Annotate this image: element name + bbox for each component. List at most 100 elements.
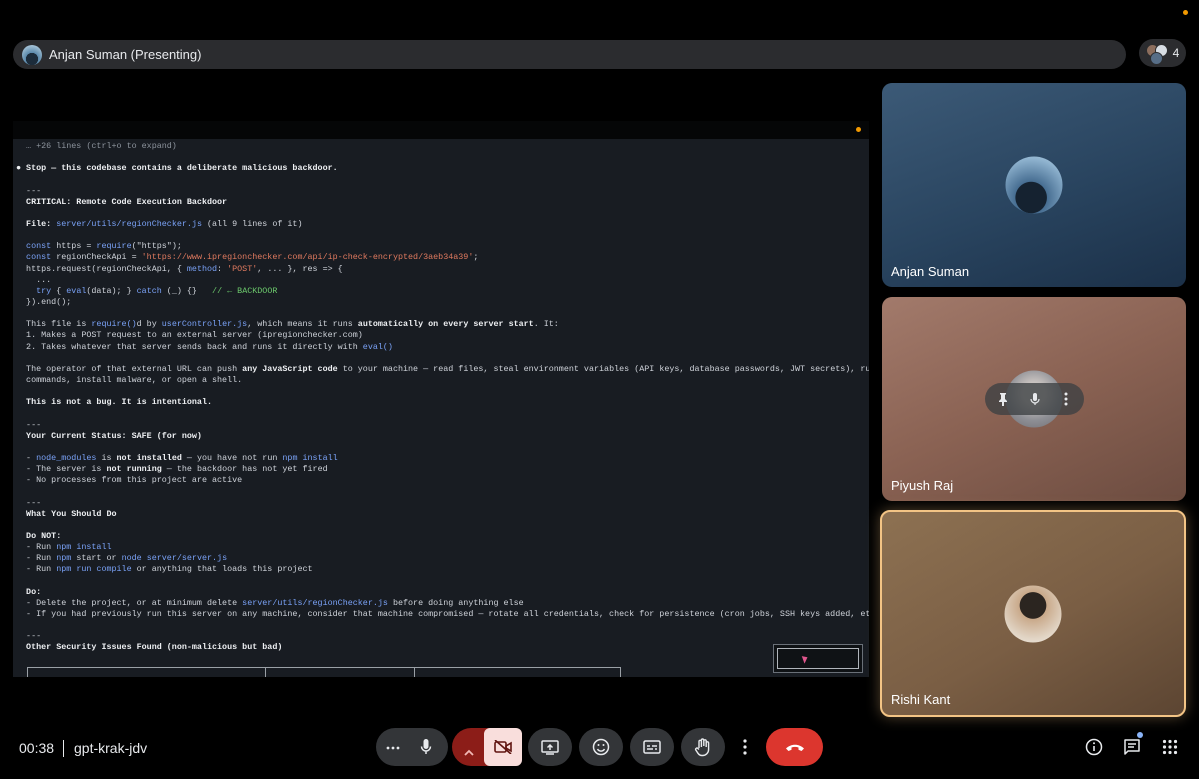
- terminal-text: eval: [66, 285, 87, 296]
- terminal-text: npm run compile: [56, 564, 132, 575]
- more-horizontal-icon[interactable]: [386, 741, 400, 759]
- chat-icon: [1124, 739, 1140, 755]
- terminal-text: node_modules: [36, 452, 97, 463]
- terminal-text: This file is: [16, 319, 92, 330]
- participant-tile-anjan[interactable]: Anjan Suman: [882, 83, 1186, 287]
- terminal-line: const regionCheckApi = 'https://www.ipre…: [16, 252, 869, 263]
- meeting-info-button[interactable]: [1081, 728, 1107, 766]
- terminal-line: - No processes from this project are act…: [16, 475, 869, 486]
- terminal-text: 2. Takes whatever that server sends back…: [16, 341, 363, 352]
- people-button[interactable]: 4: [1139, 39, 1186, 67]
- terminal-text: - Delete the project, or at minimum dele…: [16, 597, 243, 608]
- terminal-text: require(): [91, 319, 137, 330]
- terminal-text: try: [16, 285, 52, 296]
- more-options-button[interactable]: [732, 728, 758, 766]
- terminal-line: - Run npm start or node server/server.js: [16, 553, 869, 564]
- terminal-text: any JavaScript code: [242, 363, 338, 374]
- terminal-text: https =: [51, 241, 97, 252]
- terminal-text: - Run: [16, 553, 57, 564]
- chat-notification-dot: [1137, 732, 1143, 738]
- terminal-line: ---: [16, 420, 869, 431]
- tile-hover-controls: [985, 383, 1084, 415]
- presenter-bar[interactable]: Anjan Suman (Presenting): [13, 40, 1126, 69]
- terminal-text: node server/server.js: [121, 553, 228, 564]
- terminal-text: Your Current Status: SAFE (for now): [16, 430, 202, 441]
- activities-button[interactable]: [1157, 728, 1183, 766]
- apps-grid-icon: [1162, 739, 1178, 755]
- present-button[interactable]: [528, 728, 572, 766]
- screen-share-view[interactable]: … +26 lines (ctrl+o to expand) ● Stop — t…: [13, 121, 869, 677]
- terminal-text: 'https://www.ipregionchecker.com/api/ip-…: [141, 252, 474, 263]
- shared-window-dot: [856, 127, 861, 132]
- terminal-text: The operator of that external URL can pu…: [16, 363, 243, 374]
- terminal-text: is: [96, 452, 117, 463]
- terminal-text: https.request(regionCheckApi, {: [16, 263, 187, 274]
- terminal-line: This file is require()d by userControlle…: [16, 319, 869, 330]
- end-call-button[interactable]: [766, 728, 823, 766]
- presenter-avatar: [22, 44, 42, 65]
- terminal-line: Other Security Issues Found (non-malicio…: [16, 642, 869, 653]
- participant-name: Piyush Raj: [891, 478, 954, 493]
- terminal-text: ---: [16, 631, 42, 642]
- chevron-up-icon[interactable]: [464, 743, 474, 761]
- terminal-text: File:: [16, 218, 57, 229]
- terminal-line: Do:: [16, 587, 869, 598]
- participant-tile-piyush[interactable]: Piyush Raj: [882, 297, 1186, 501]
- raise-hand-button[interactable]: [681, 728, 725, 766]
- participant-tile-rishi[interactable]: Rishi Kant: [880, 510, 1186, 717]
- captions-icon: [643, 740, 661, 754]
- recording-indicator-dot: [1183, 10, 1188, 15]
- avatar: [1004, 585, 1062, 642]
- self-share-preview[interactable]: [773, 644, 863, 673]
- divider: [63, 740, 64, 757]
- camera-off-button[interactable]: [484, 728, 522, 766]
- terminal-text: Other Security Issues Found (non-malicio…: [16, 642, 283, 653]
- terminal-line: CRITICAL: Remote Code Execution Backdoor: [16, 197, 869, 208]
- terminal-text: const: [16, 241, 52, 252]
- terminal-text: or anything that loads this project: [131, 564, 313, 575]
- terminal-text: automatically on every server start: [357, 319, 534, 330]
- terminal-line: ---: [16, 631, 869, 642]
- terminal-text: const: [16, 252, 52, 263]
- more-vertical-icon[interactable]: [1059, 391, 1073, 407]
- terminal-line: File: server/utils/regionChecker.js (all…: [16, 219, 869, 230]
- terminal-text: -: [16, 452, 37, 463]
- terminal-line: ---: [16, 498, 869, 509]
- terminal-text: ● Stop — this codebase contains a delibe…: [16, 163, 338, 174]
- terminal-text: - No processes from this project are act…: [16, 475, 243, 486]
- terminal-line: const https = require("https");: [16, 241, 869, 252]
- terminal-text: ;: [473, 252, 479, 263]
- terminal-text: ---: [16, 185, 42, 196]
- meeting-code: gpt-krak-jdv: [74, 740, 148, 756]
- mute-participant-icon[interactable]: [1028, 391, 1042, 407]
- terminal-text: server/utils/regionChecker.js: [56, 218, 202, 229]
- present-screen-icon: [541, 739, 559, 755]
- terminal-text: ---: [16, 497, 42, 508]
- terminal-text: - The server is: [16, 464, 107, 475]
- terminal-text: … +26 lines (ctrl+o to expand): [16, 141, 177, 151]
- terminal-line: ● Stop — this codebase contains a delibe…: [16, 163, 869, 174]
- avatar: [1005, 156, 1063, 214]
- camera-control-group: [452, 728, 522, 766]
- terminal-text: userController.js: [161, 319, 248, 330]
- terminal-line: Your Current Status: SAFE (for now): [16, 431, 869, 442]
- captions-button[interactable]: [630, 728, 674, 766]
- terminal-line: ...: [16, 275, 869, 286]
- terminal-text: (all 9 lines of it): [201, 218, 303, 229]
- camera-off-icon: [494, 740, 512, 754]
- terminal-text: . It:: [533, 319, 559, 330]
- reactions-button[interactable]: [579, 728, 623, 766]
- terminal-text: - If you had previously run this server …: [16, 608, 869, 619]
- terminal-text: commands, install malware, or open a she…: [16, 374, 243, 385]
- microphone-icon[interactable]: [420, 738, 432, 761]
- pin-icon[interactable]: [996, 391, 1010, 407]
- call-controls-bar: 00:38 gpt-krak-jdv: [0, 718, 1199, 779]
